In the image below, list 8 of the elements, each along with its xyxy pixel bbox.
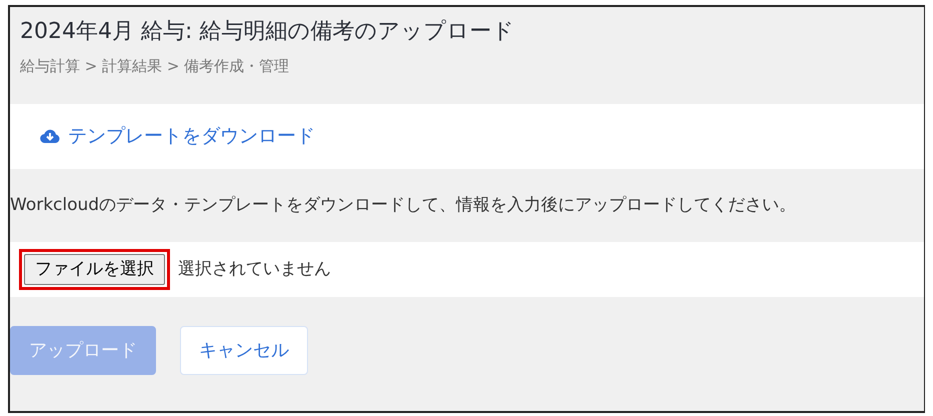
download-template-link[interactable]: テンプレートをダウンロード bbox=[40, 122, 315, 151]
file-status: 選択されていません bbox=[178, 258, 331, 281]
page-title: 2024年4月 給与: 給与明細の備考のアップロード bbox=[19, 18, 516, 46]
cancel-button[interactable]: キャンセル bbox=[180, 326, 308, 376]
breadcrumb: 給与計算 > 計算結果 > 備考作成・管理 bbox=[20, 57, 290, 76]
cloud-download-icon bbox=[40, 128, 60, 144]
choose-file-button[interactable]: ファイルを選択 bbox=[24, 254, 165, 286]
instruction-text: Workcloudのデータ・テンプレートをダウンロードして、情報を入力後にアップロードしてください。 bbox=[10, 194, 796, 217]
